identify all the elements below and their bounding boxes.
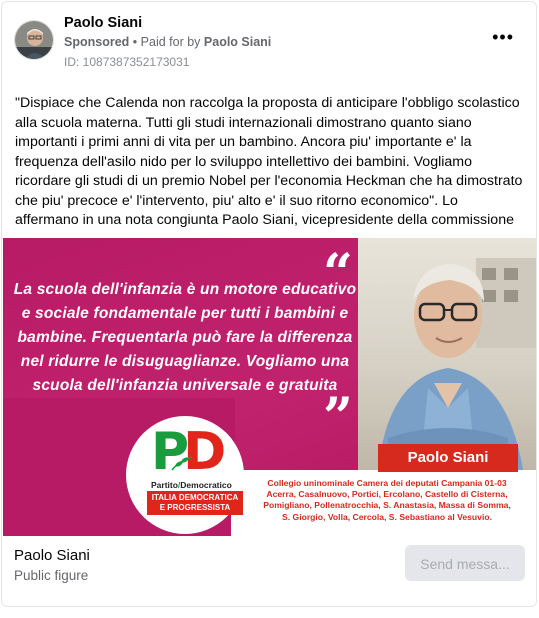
footer-page-category: Public figure: [14, 568, 89, 583]
sponsored-label: Sponsored: [64, 35, 130, 49]
portrait-illustration: [378, 258, 536, 470]
ad-footer: Paolo Siani Public figure Send messa...: [2, 536, 536, 606]
college-text: Collegio uninominale Camera dei deputati…: [235, 478, 536, 523]
pd-wordmark-left: Partito: [151, 480, 178, 490]
olive-branch-icon: [171, 456, 193, 471]
paid-for-by-name: Paolo Siani: [203, 35, 272, 49]
pd-logo-subtitle: ITALIA DEMOCRATICA E PROGRESSISTA: [147, 491, 243, 515]
candidate-name-banner: Paolo Siani: [378, 444, 518, 472]
footer-page-name[interactable]: Paolo Siani: [14, 547, 90, 564]
college-line-2: Acerra, Casalnuovo, Portici, Ercolano, C…: [266, 489, 508, 500]
college-line-4: S. Giorgio, Volla, Cercola, S. Sebastian…: [282, 511, 492, 522]
advertiser-name[interactable]: Paolo Siani: [64, 15, 142, 31]
pd-logo-d: D: [183, 422, 226, 482]
pd-logo-wordmark: Partito/Democratico: [151, 480, 232, 490]
pd-subtitle-line1: ITALIA DEMOCRATICA: [151, 493, 239, 502]
ad-id: ID: 1087387352173031: [64, 55, 190, 69]
pd-wordmark-right: Democratico: [180, 480, 232, 490]
ad-card: Paolo Siani Sponsored • Paid for by Paol…: [1, 1, 537, 607]
pd-logo-p: P: [151, 422, 189, 482]
avatar-photo: [15, 21, 53, 59]
more-options-icon[interactable]: •••: [492, 28, 514, 46]
college-line-1: Collegio uninominale Camera dei deputati…: [267, 478, 507, 488]
sponsored-line: Sponsored • Paid for by Paolo Siani: [64, 35, 271, 49]
close-quote-icon: ”: [323, 387, 353, 448]
pd-subtitle-line2: E PROGRESSISTA: [159, 503, 231, 512]
ad-header: Paolo Siani Sponsored • Paid for by Paol…: [2, 2, 536, 78]
college-line-3: Pomigliano, Pollenatrocchia, S. Anastasi…: [263, 500, 511, 511]
avatar[interactable]: [14, 20, 54, 60]
candidate-photo: [358, 238, 536, 470]
separator-dot: •: [132, 35, 138, 49]
quote-text: La scuola dell'infanzia è un motore educ…: [13, 281, 357, 394]
ad-creative-image[interactable]: “ La scuola dell'infanzia è un motore ed…: [3, 238, 536, 536]
ad-body-text: "Dispiace che Calenda non raccolga la pr…: [15, 95, 523, 228]
send-message-button[interactable]: Send messa...: [405, 545, 525, 581]
paid-for-by-label: Paid for by: [140, 35, 201, 49]
